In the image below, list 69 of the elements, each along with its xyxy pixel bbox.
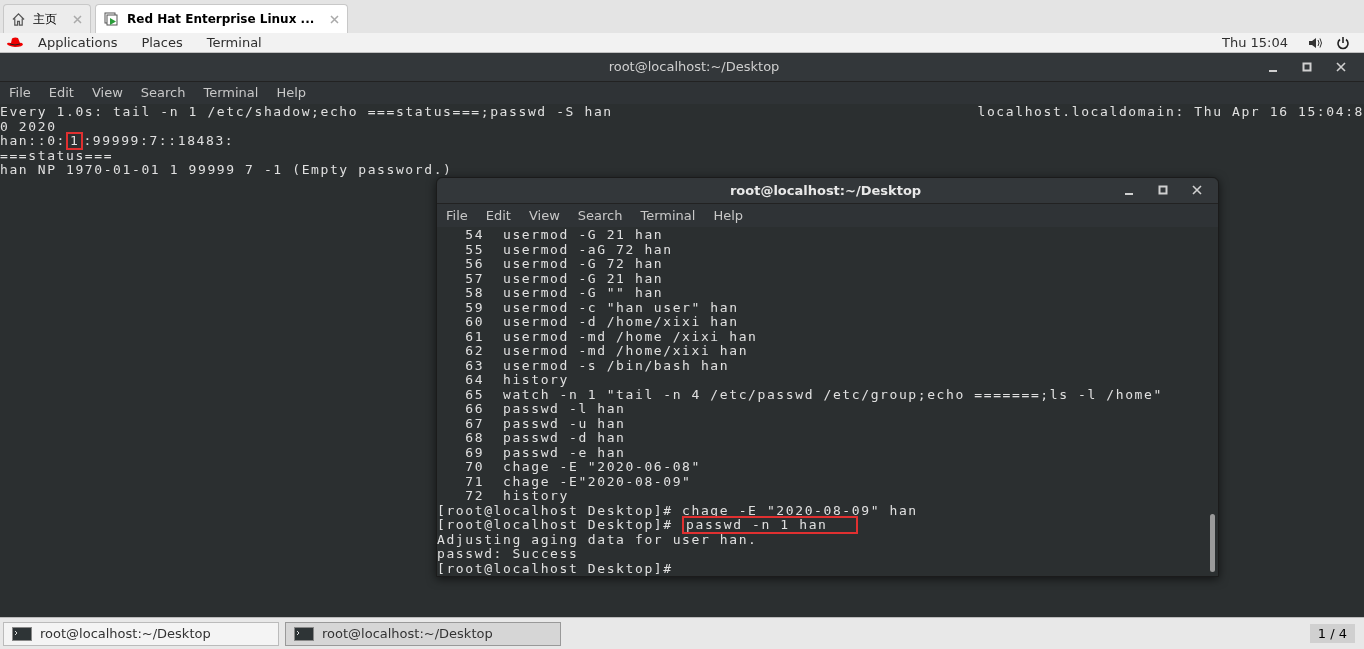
menu-item[interactable]: Search bbox=[131, 83, 195, 103]
menu-item[interactable]: File bbox=[0, 83, 40, 103]
terminal-text: 55 usermod -aG 72 han bbox=[464, 242, 673, 257]
terminal-text: 69 passwd -e han bbox=[464, 445, 626, 460]
maximize-icon[interactable] bbox=[1158, 185, 1168, 196]
terminal-text: 70 chage -E "2020-06-08" bbox=[464, 460, 701, 475]
terminal-text: 67 passwd -u han bbox=[464, 416, 626, 431]
close-icon[interactable] bbox=[1336, 62, 1346, 72]
terminal-text: 59 usermod -c "han user" han bbox=[464, 300, 739, 315]
power-icon[interactable] bbox=[1336, 35, 1350, 50]
terminal-text: han::0: bbox=[0, 134, 66, 149]
terminal-text: 60 usermod -d /home/xixi han bbox=[464, 315, 739, 330]
terminal-text: 72 history bbox=[464, 489, 569, 504]
terminal-icon bbox=[294, 626, 314, 641]
top-bar-menu[interactable]: Applications bbox=[26, 32, 130, 53]
menu-item[interactable]: Terminal bbox=[194, 83, 268, 103]
scrollbar-thumb[interactable] bbox=[1209, 514, 1215, 572]
terminal-text: ===status=== bbox=[0, 148, 114, 163]
menu-item[interactable]: Edit bbox=[476, 205, 520, 226]
taskbar-item[interactable]: root@localhost:~/Desktop bbox=[3, 621, 279, 646]
menu-item[interactable]: File bbox=[437, 205, 477, 226]
terminal-text: 57 usermod -G 21 han bbox=[464, 271, 664, 286]
terminal-text: Adjusting aging data for user han. bbox=[437, 532, 758, 547]
terminal-text: 62 usermod -md /home/xixi han bbox=[464, 344, 749, 359]
highlighted-text: passwd -n 1 han bbox=[682, 516, 858, 535]
terminal-text: 58 usermod -G "" han bbox=[464, 286, 664, 301]
terminal-text: passwd: Success bbox=[437, 547, 579, 562]
clock[interactable]: Thu 15:04 bbox=[1222, 32, 1288, 53]
tab-label: 主页 bbox=[33, 11, 57, 28]
menu-item[interactable]: Search bbox=[568, 205, 632, 226]
maximize-icon[interactable] bbox=[1302, 62, 1312, 72]
tab-label: Red Hat Enterprise Linux ... bbox=[127, 11, 315, 28]
volume-icon[interactable] bbox=[1308, 36, 1324, 49]
terminal-text: 66 passwd -l han bbox=[464, 402, 626, 417]
menu-item[interactable]: Help bbox=[267, 83, 316, 103]
menu-item[interactable]: Terminal bbox=[631, 205, 705, 226]
window-title: root@localhost:~/Desktop bbox=[729, 181, 922, 200]
terminal-text: 71 chage -E"2020-08-09" bbox=[464, 474, 692, 489]
menu-item[interactable]: Edit bbox=[39, 83, 83, 103]
terminal-text: localhost.localdomain: Thu Apr 16 15:04:8 bbox=[977, 105, 1364, 120]
workspace-indicator[interactable]: 1 / 4 bbox=[1309, 623, 1355, 644]
terminal-text: 61 usermod -md /home /xixi han bbox=[464, 329, 758, 344]
window-title: root@localhost:~/Desktop bbox=[608, 58, 780, 77]
terminal-text: [root@localhost Desktop]# bbox=[437, 518, 674, 533]
terminal-text: 64 history bbox=[464, 373, 569, 388]
terminal-text: 0 2020 bbox=[0, 119, 57, 134]
virtual-machine-icon bbox=[104, 11, 119, 27]
terminal-text: [root@localhost Desktop]# bbox=[437, 561, 673, 576]
terminal-text: han NP 1970-01-01 1 99999 7 -1 (Empty password.) bbox=[0, 163, 453, 178]
highlighted-text: 1 bbox=[66, 132, 84, 151]
terminal-text: Every 1.0s: tail -n 1 /etc/shadow;echo ===status===;passwd -S han bbox=[0, 105, 613, 120]
terminal-text: :99999:7::18483: bbox=[83, 134, 235, 149]
close-icon[interactable] bbox=[1192, 185, 1202, 196]
menu-item[interactable]: View bbox=[519, 205, 569, 226]
browser-tab[interactable]: 主页 bbox=[3, 4, 91, 33]
menu-item[interactable]: Help bbox=[704, 205, 753, 226]
terminal-text: 65 watch -n 1 "tail -n 4 /etc/passwd /etc/group;echo =======;ls -l /home" bbox=[464, 387, 1163, 402]
home-icon bbox=[12, 12, 25, 26]
terminal-text: 68 passwd -d han bbox=[464, 431, 626, 446]
top-bar-menu[interactable]: Terminal bbox=[194, 32, 274, 53]
taskbar-item[interactable]: root@localhost:~/Desktop bbox=[285, 621, 561, 646]
top-bar-menu[interactable]: Places bbox=[129, 32, 195, 53]
terminal-text: 54 usermod -G 21 han bbox=[464, 228, 664, 243]
hat-logo-icon[interactable] bbox=[6, 37, 24, 48]
terminal-text: 63 usermod -s /bin/bash han bbox=[464, 358, 730, 373]
menu-item[interactable]: View bbox=[82, 83, 132, 103]
browser-tab[interactable]: Red Hat Enterprise Linux ... bbox=[95, 4, 349, 33]
terminal-icon bbox=[12, 626, 32, 641]
terminal-text: 56 usermod -G 72 han bbox=[464, 257, 664, 272]
